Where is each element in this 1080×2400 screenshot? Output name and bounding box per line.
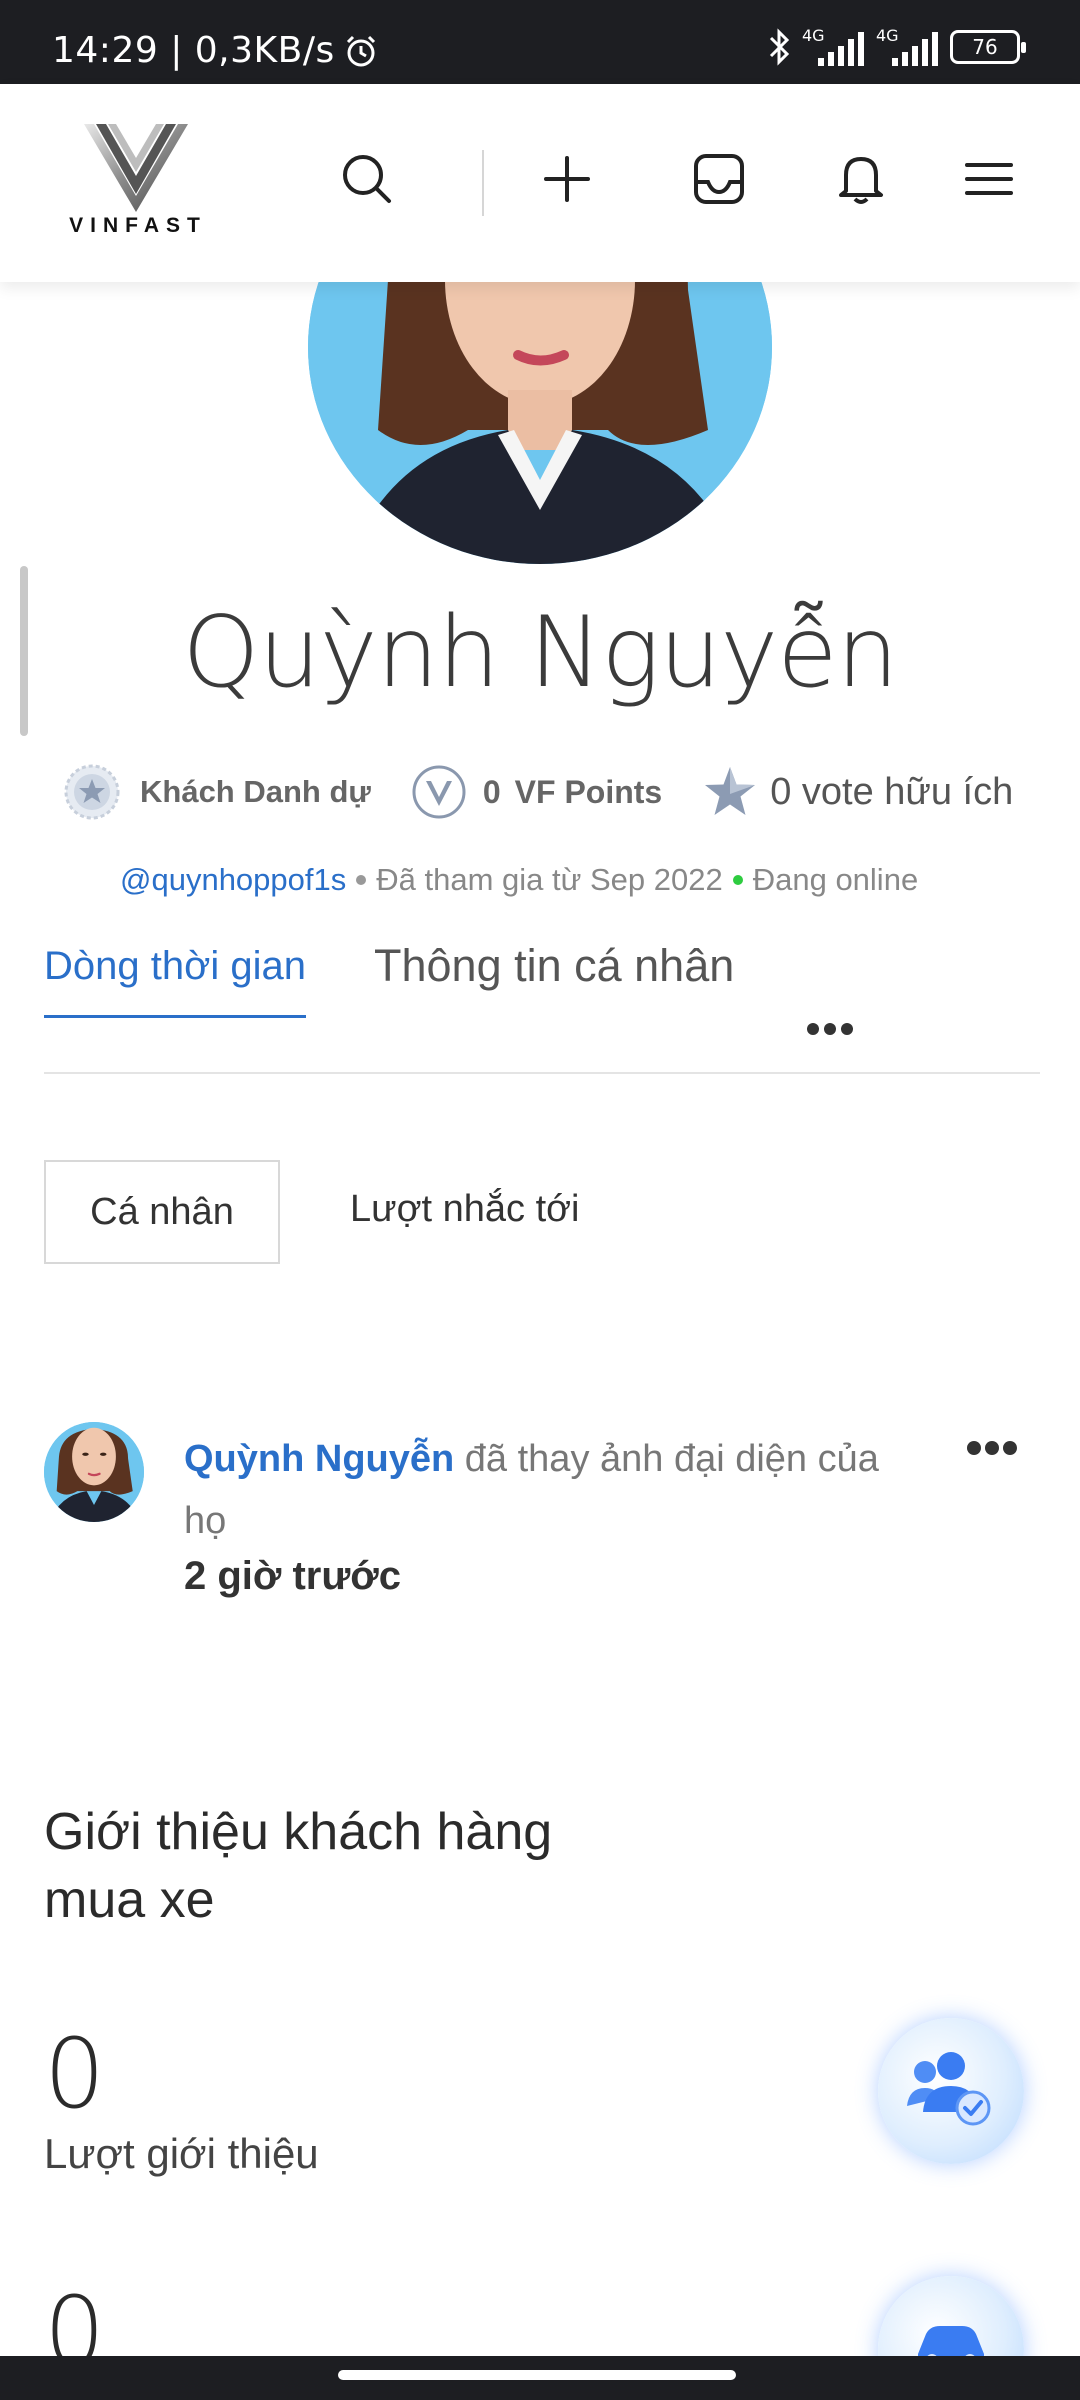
system-nav-bar xyxy=(0,2356,1080,2400)
alarm-icon xyxy=(346,35,375,66)
star-icon xyxy=(705,767,756,815)
activity-text: Quỳnh Nguyễn đã thay ảnh đại diện của họ xyxy=(184,1428,924,1552)
status-icons: 4G 4G 76 xyxy=(766,26,1026,68)
home-gesture-bar[interactable] xyxy=(338,2370,736,2380)
signal-bars-icon xyxy=(818,32,864,66)
inbox-button[interactable] xyxy=(684,144,754,214)
hamburger-menu-icon xyxy=(965,163,1013,195)
profile-handle[interactable]: @quynhoppof1s xyxy=(120,862,346,898)
tab-personal-info[interactable]: Thông tin cá nhân xyxy=(374,940,734,992)
separator-dot xyxy=(356,875,367,885)
joined-date: Đã tham gia từ Sep 2022 xyxy=(376,862,723,897)
signal-bars-icon xyxy=(892,32,938,66)
top-header: VINFAST xyxy=(0,84,1080,282)
battery-indicator: 76 xyxy=(950,30,1026,64)
subtab-personal[interactable]: Cá nhân xyxy=(44,1160,280,1264)
subtab-mentions[interactable]: Lượt nhắc tới xyxy=(350,1188,579,1231)
more-horizontal-icon xyxy=(807,1023,853,1035)
rank-medal-icon xyxy=(64,764,120,820)
online-status-dot xyxy=(732,875,743,885)
search-button[interactable] xyxy=(332,144,402,214)
vinfast-logo[interactable]: VINFAST xyxy=(66,120,206,250)
activity-user-link[interactable]: Quỳnh Nguyễn xyxy=(184,1438,454,1480)
brand-name: VINFAST xyxy=(69,214,207,237)
referral-count: 0 xyxy=(44,2018,106,2130)
bell-icon xyxy=(839,157,883,204)
vinfast-v-icon xyxy=(84,124,188,212)
rank-badge: Khách Danh dự xyxy=(62,762,371,822)
menu-button[interactable] xyxy=(954,144,1024,214)
activity-more-button[interactable] xyxy=(966,1440,1018,1461)
activity-time: 2 giờ trước xyxy=(184,1554,401,1598)
status-time: 14:29 | 0,3KB/s xyxy=(52,30,379,71)
signal-1: 4G xyxy=(802,26,866,68)
profile-meta: @quynhoppof1s Đã tham gia từ Sep 2022 Đa… xyxy=(120,862,918,898)
vf-points-value: 0 xyxy=(482,773,501,810)
profile-tabs: Dòng thời gian Thông tin cá nhân xyxy=(44,936,1040,1074)
users-check-icon xyxy=(907,2052,991,2126)
notifications-button[interactable] xyxy=(826,144,896,214)
battery-level: 76 xyxy=(972,35,998,59)
header-divider xyxy=(482,150,484,216)
votes-label: 0 vote hữu ích xyxy=(770,770,1014,813)
status-bar: 14:29 | 0,3KB/s 4G 4G 76 xyxy=(0,0,1080,84)
rank-label: Khách Danh dự xyxy=(140,774,371,809)
create-button[interactable] xyxy=(532,144,602,214)
vf-points-label: VF Points xyxy=(514,773,663,810)
search-icon xyxy=(343,155,391,203)
tabs-more-button[interactable] xyxy=(806,1022,854,1041)
referral-title: Giới thiệu khách hàng mua xe xyxy=(44,1803,553,1929)
online-status: Đang online xyxy=(752,862,919,897)
profile-name: Quỳnh Nguyễn xyxy=(182,596,898,710)
vf-points: 0 VF Points xyxy=(411,764,662,820)
vf-points-icon xyxy=(412,765,466,819)
signal-2: 4G xyxy=(876,26,940,68)
referral-icon-badge xyxy=(878,2018,1024,2164)
profile-stats: Khách Danh dự 0 VF Points 0 vote hữu ích xyxy=(62,762,1013,822)
avatar-photo xyxy=(44,1422,144,1522)
tab-timeline[interactable]: Dòng thời gian xyxy=(44,944,306,1018)
helpful-votes: 0 vote hữu ích xyxy=(702,764,1013,820)
plus-icon xyxy=(544,156,590,202)
status-time-text: 14:29 | 0,3KB/s xyxy=(52,30,335,71)
referral-count-label: Lượt giới thiệu xyxy=(44,2130,319,2177)
more-horizontal-icon xyxy=(967,1441,1017,1455)
bluetooth-icon xyxy=(769,28,790,66)
activity-avatar[interactable] xyxy=(44,1422,144,1522)
inbox-icon xyxy=(694,154,744,204)
